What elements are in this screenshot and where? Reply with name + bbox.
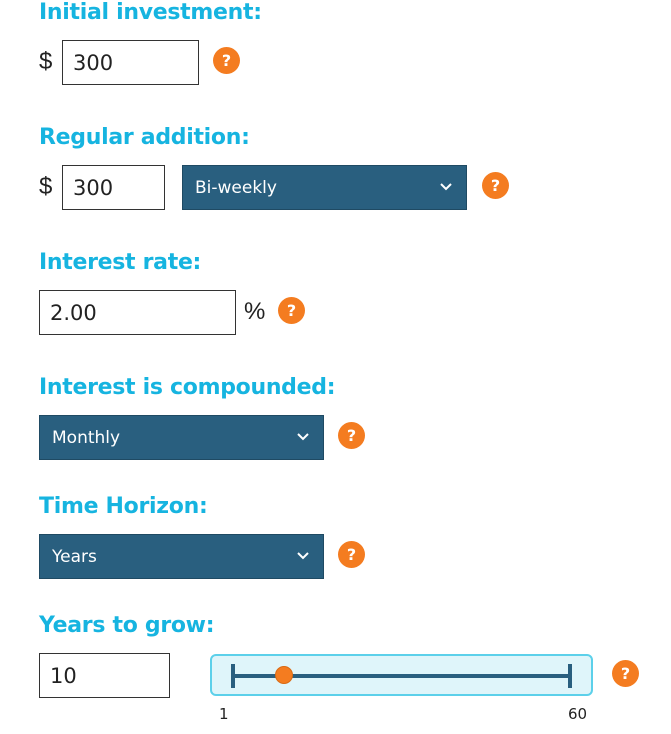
slider-min-label: 1: [219, 705, 229, 723]
time-horizon-heading: Time Horizon:: [39, 494, 208, 519]
time-horizon-help-icon[interactable]: ?: [338, 541, 365, 568]
interest-rate-help-icon[interactable]: ?: [278, 297, 305, 324]
regular-addition-help-icon[interactable]: ?: [482, 172, 509, 199]
slider-max-label: 60: [568, 705, 588, 723]
time-horizon-value: Years: [52, 546, 97, 567]
compound-interest-calculator-form: Initial investment: $ ? Regular addition…: [0, 0, 671, 734]
regular-addition-heading: Regular addition:: [39, 125, 250, 150]
addition-frequency-select[interactable]: Bi-weekly: [182, 165, 467, 210]
addition-frequency-value: Bi-weekly: [195, 177, 277, 198]
compounding-heading: Interest is compounded:: [39, 375, 336, 400]
interest-rate-unit: %: [244, 298, 266, 325]
initial-investment-heading: Initial investment:: [39, 0, 262, 25]
compounding-select[interactable]: Monthly: [39, 415, 324, 460]
interest-rate-input[interactable]: [39, 290, 236, 335]
regular-addition-currency: $: [39, 173, 53, 200]
years-to-grow-heading: Years to grow:: [39, 613, 215, 638]
chevron-down-icon: [297, 433, 309, 441]
initial-investment-input[interactable]: [62, 40, 199, 85]
compounding-value: Monthly: [52, 427, 121, 448]
regular-addition-input[interactable]: [62, 165, 165, 210]
years-to-grow-help-icon[interactable]: ?: [612, 660, 639, 687]
chevron-down-icon: [440, 183, 452, 191]
slider-max-cap: [568, 664, 572, 688]
chevron-down-icon: [297, 552, 309, 560]
years-to-grow-input[interactable]: [39, 653, 170, 698]
time-horizon-select[interactable]: Years: [39, 534, 324, 579]
years-slider[interactable]: [210, 654, 593, 696]
compounding-help-icon[interactable]: ?: [338, 422, 365, 449]
slider-min-cap: [231, 664, 235, 688]
initial-investment-help-icon[interactable]: ?: [213, 47, 240, 74]
slider-thumb[interactable]: [275, 666, 294, 684]
interest-rate-heading: Interest rate:: [39, 250, 202, 275]
initial-investment-currency: $: [39, 48, 53, 75]
